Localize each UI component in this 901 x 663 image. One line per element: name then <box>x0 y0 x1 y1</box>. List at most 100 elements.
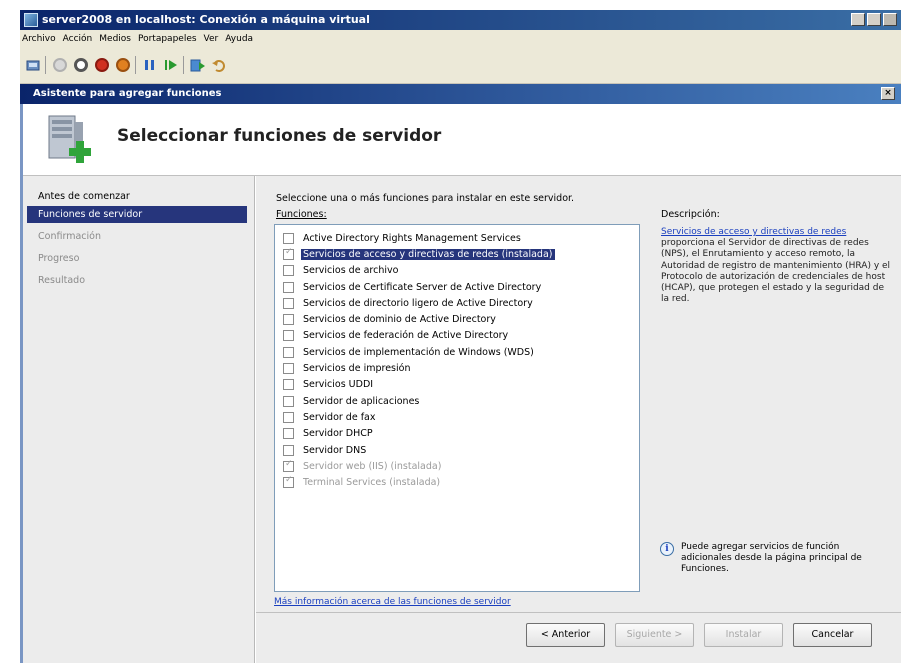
start-disabled-icon[interactable] <box>51 56 68 73</box>
role-checkbox[interactable] <box>283 428 294 440</box>
role-label: Servicios de acceso y directivas de rede… <box>301 248 555 260</box>
info-icon: i <box>660 542 674 556</box>
wizard-titlebar: Asistente para agregar funciones × <box>20 84 901 104</box>
role-label: Servicios de dominio de Active Directory <box>303 314 496 326</box>
role-checkbox[interactable] <box>283 379 294 391</box>
role-checkbox <box>283 475 294 489</box>
info-text: Puede agregar servicios de función adici… <box>681 542 862 574</box>
role-label: Servicios UDDI <box>303 379 374 391</box>
description-role-link[interactable]: Servicios de acceso y directivas de rede… <box>661 227 846 237</box>
turn-off-icon[interactable] <box>72 56 89 73</box>
role-row[interactable]: Servidor web (IIS) (instalada) <box>275 458 639 474</box>
role-checkbox[interactable] <box>283 395 294 407</box>
role-row[interactable]: Servicios de acceso y directivas de rede… <box>275 246 639 262</box>
menu-medios[interactable]: Medios <box>99 34 131 44</box>
role-checkbox[interactable] <box>283 330 294 342</box>
menu-ver[interactable]: Ver <box>204 34 219 44</box>
role-row[interactable]: Servidor DNS <box>275 442 639 458</box>
role-row[interactable]: Servicios de dominio de Active Directory <box>275 311 639 327</box>
role-checkbox <box>283 459 294 472</box>
role-checkbox[interactable] <box>283 297 294 309</box>
role-label: Active Directory Rights Management Servi… <box>303 232 521 244</box>
page-title: Seleccionar funciones de servidor <box>117 126 442 146</box>
role-label: Servicios de archivo <box>303 265 399 277</box>
role-label: Servicios de implementación de Windows (… <box>303 346 534 358</box>
role-label: Servidor web (IIS) (instalada) <box>303 460 442 472</box>
role-label: Servidor de aplicaciones <box>303 395 420 407</box>
role-checkbox[interactable] <box>283 281 294 293</box>
role-label: Servicios de directorio ligero de Active… <box>303 297 533 309</box>
step-progreso: Progreso <box>38 253 80 264</box>
role-row[interactable]: Active Directory Rights Management Servi… <box>275 230 639 246</box>
menu-archivo[interactable]: Archivo <box>22 34 56 44</box>
role-label: Terminal Services (instalada) <box>303 477 441 489</box>
role-label: Servidor DHCP <box>303 428 373 440</box>
role-checkbox[interactable] <box>283 232 294 244</box>
step-resultado: Resultado <box>38 275 86 286</box>
revert-icon[interactable] <box>210 56 227 73</box>
wizard-header: Seleccionar funciones de servidor <box>23 104 901 176</box>
role-checkbox[interactable] <box>283 314 294 326</box>
shutdown-icon[interactable] <box>93 56 110 73</box>
role-row[interactable]: Servicios de implementación de Windows (… <box>275 344 639 360</box>
vm-connection-icon <box>24 13 38 27</box>
step-funciones-de-servidor[interactable]: Funciones de servidor <box>27 206 247 223</box>
role-row[interactable]: Servicios de archivo <box>275 263 639 279</box>
next-button[interactable]: Siguiente > <box>615 623 694 647</box>
wizard-footer: < Anterior Siguiente > Instalar Cancelar <box>256 612 901 663</box>
close-button[interactable] <box>883 13 897 26</box>
role-row[interactable]: Terminal Services (instalada) <box>275 474 639 490</box>
roles-label: Funciones: <box>276 209 327 220</box>
role-checkbox[interactable] <box>283 444 294 456</box>
vm-window-title: server2008 en localhost: Conexión a máqu… <box>42 13 370 26</box>
role-row[interactable]: Servicios UDDI <box>275 377 639 393</box>
step-confirmacion: Confirmación <box>38 231 101 242</box>
wizard-close-button[interactable]: × <box>881 87 895 100</box>
role-row[interactable]: Servicios de directorio ligero de Active… <box>275 295 639 311</box>
role-row[interactable]: Servidor de fax <box>275 409 639 425</box>
minimize-button[interactable] <box>851 13 865 26</box>
role-label: Servicios de federación de Active Direct… <box>303 330 509 342</box>
role-label: Servidor DNS <box>303 444 367 456</box>
back-button[interactable]: < Anterior <box>526 623 605 647</box>
roles-listbox[interactable]: Active Directory Rights Management Servi… <box>274 224 640 592</box>
vm-window-titlebar: server2008 en localhost: Conexión a máqu… <box>20 10 901 30</box>
wizard-steps-sidebar: Antes de comenzar Funciones de servidor … <box>23 176 255 663</box>
resume-icon[interactable] <box>162 56 179 73</box>
more-info-link[interactable]: Más información acerca de las funciones … <box>274 597 511 607</box>
cancel-button[interactable]: Cancelar <box>793 623 872 647</box>
info-note: i Puede agregar servicios de función adi… <box>659 542 889 575</box>
wizard-content: Seleccione una o más funciones para inst… <box>256 176 901 612</box>
instruction-text: Seleccione una o más funciones para inst… <box>276 193 575 204</box>
vm-toolbar <box>20 48 901 84</box>
power-icon[interactable] <box>114 56 131 73</box>
description-panel: Servicios de acceso y directivas de rede… <box>661 227 893 305</box>
role-row[interactable]: Servicios de impresión <box>275 360 639 376</box>
window-controls <box>851 13 897 26</box>
role-row[interactable]: Servicios de federación de Active Direct… <box>275 328 639 344</box>
menu-accion[interactable]: Acción <box>63 34 93 44</box>
description-label: Descripción: <box>661 209 720 220</box>
menu-portapapeles[interactable]: Portapapeles <box>138 34 197 44</box>
role-label: Servicios de Certificate Server de Activ… <box>303 281 542 293</box>
role-checkbox[interactable] <box>283 346 294 358</box>
role-label: Servicios de impresión <box>303 363 411 375</box>
menubar: Archivo Acción Medios Portapapeles Ver A… <box>20 30 901 48</box>
role-checkbox[interactable] <box>283 265 294 277</box>
description-text: proporciona el Servidor de directivas de… <box>661 238 891 305</box>
server-roles-icon <box>39 112 97 172</box>
role-checkbox[interactable] <box>283 411 294 423</box>
ctrl-alt-del-icon[interactable] <box>24 56 41 73</box>
role-row[interactable]: Servicios de Certificate Server de Activ… <box>275 279 639 295</box>
maximize-button[interactable] <box>867 13 881 26</box>
wizard-title: Asistente para agregar funciones <box>33 88 222 99</box>
role-checkbox[interactable] <box>283 363 294 375</box>
install-button[interactable]: Instalar <box>704 623 783 647</box>
role-row[interactable]: Servidor de aplicaciones <box>275 393 639 409</box>
snapshot-icon[interactable] <box>189 56 206 73</box>
role-checkbox <box>283 247 294 260</box>
role-row[interactable]: Servidor DHCP <box>275 426 639 442</box>
menu-ayuda[interactable]: Ayuda <box>225 34 253 44</box>
step-antes-de-comenzar[interactable]: Antes de comenzar <box>27 188 247 205</box>
pause-icon[interactable] <box>141 56 158 73</box>
